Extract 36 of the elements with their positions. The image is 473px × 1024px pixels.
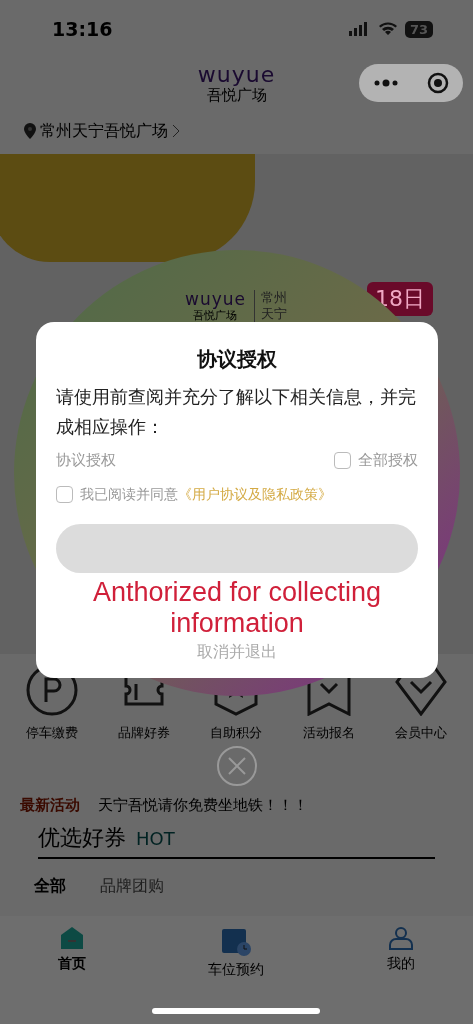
location-name[interactable]: 常州天宁吾悦广场: [40, 120, 168, 142]
tab-bar-item[interactable]: 首页: [0, 924, 144, 1024]
mini-program-capsule[interactable]: [359, 64, 463, 102]
close-button[interactable]: [217, 746, 257, 786]
more-icon: [373, 79, 399, 87]
close-icon: [227, 756, 247, 776]
person-icon: [388, 925, 415, 951]
poster-logo-subtitle: 吾悦广场: [193, 310, 238, 321]
location-pin-icon: [24, 123, 36, 139]
poster-logo-wordmark: wuyue: [185, 291, 246, 308]
dialog-message: 请使用前查阅并充分了解以下相关信息，并完成相应操作：: [56, 386, 417, 439]
checkbox[interactable]: [56, 486, 73, 503]
logo-wordmark: wuyue: [197, 63, 276, 86]
news-text[interactable]: 天宁吾悦请你免费坐地铁！！！: [98, 796, 308, 815]
poster-city: 常州 天宁: [254, 290, 289, 322]
select-all-label: 全部授权: [358, 450, 418, 470]
section-title: 优选好券: [38, 824, 126, 852]
chevron-right-icon: [172, 124, 180, 138]
tab-bar-item[interactable]: 我的: [329, 924, 473, 1024]
status-time: 13:16: [52, 18, 113, 40]
policy-link[interactable]: 《用户协议及隐私政策》: [178, 485, 332, 502]
agree-text: 我已阅读并同意《用户协议及隐私政策》: [80, 485, 332, 504]
battery-level: 73: [404, 20, 433, 38]
wifi-icon: [378, 22, 397, 36]
hot-label: HOT: [136, 827, 175, 849]
coupon-tab[interactable]: 品牌团购: [100, 871, 164, 901]
news-tag: 最新活动: [20, 796, 80, 815]
logo-subtitle: 吾悦广场: [206, 87, 267, 103]
annotation-text: Anthorized for collecting information: [91, 576, 383, 639]
checkbox[interactable]: [334, 451, 351, 469]
home-icon: [58, 925, 85, 951]
section-label: 协议授权: [56, 450, 116, 470]
dialog-title: 协议授权: [196, 346, 278, 373]
cancel-button[interactable]: 取消并退出: [191, 640, 283, 664]
authorize-button[interactable]: [56, 523, 418, 573]
coupon-tab[interactable]: 全部: [34, 871, 66, 901]
